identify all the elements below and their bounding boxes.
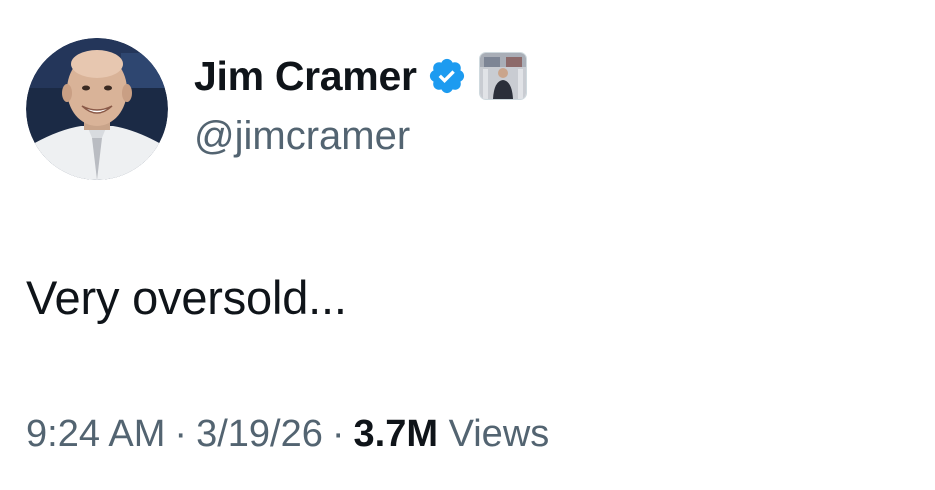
verified-badge-icon[interactable]	[427, 56, 467, 96]
views-label: Views	[448, 413, 550, 455]
affiliate-badge-icon[interactable]	[478, 52, 527, 100]
tweet-time[interactable]: 9:24 AM	[26, 413, 165, 455]
display-name[interactable]: Jim Cramer	[194, 48, 417, 104]
avatar[interactable]	[26, 38, 168, 180]
avatar-image	[26, 38, 168, 180]
tweet-card: Jim Cramer @jimcramer Very oversold... 9…	[0, 0, 935, 490]
separator: ·	[174, 413, 188, 455]
tweet-date[interactable]: 3/19/26	[196, 413, 323, 455]
separator: ·	[331, 413, 345, 455]
tweet-meta: 9:24 AM · 3/19/26 · 3.7M Views	[26, 408, 549, 460]
author-info: Jim Cramer @jimcramer	[194, 48, 527, 162]
handle[interactable]: @jimcramer	[194, 110, 527, 162]
tweet-text: Very oversold...	[26, 271, 347, 324]
name-row: Jim Cramer	[194, 48, 527, 104]
views-count[interactable]: 3.7M	[354, 413, 438, 455]
